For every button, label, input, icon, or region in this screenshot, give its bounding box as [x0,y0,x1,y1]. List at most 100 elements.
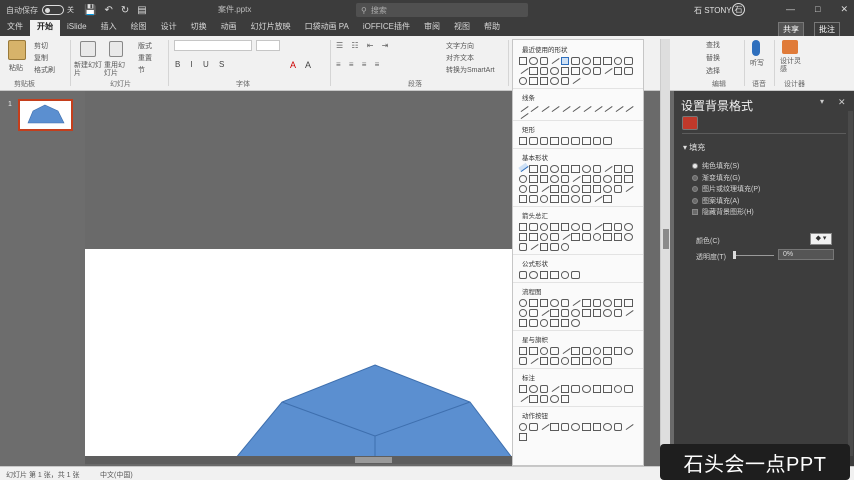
format-painter-button[interactable]: 格式刷 [34,65,55,75]
paste-button[interactable]: 粘贴 [9,63,23,73]
shape-option[interactable] [624,232,634,241]
shape-option[interactable] [550,222,559,231]
shape-option[interactable] [529,174,538,183]
shape-option[interactable] [529,66,538,75]
shape-option[interactable] [539,242,549,251]
slide-thumbnail[interactable] [18,99,73,131]
shape-option[interactable] [539,232,549,241]
shape-option[interactable] [592,174,602,183]
shape-option[interactable] [623,420,634,430]
shape-option[interactable] [624,222,634,231]
shape-option[interactable] [613,308,623,317]
minimize-button[interactable]: — [786,4,795,15]
shape-option[interactable] [549,382,560,392]
shape-option[interactable] [571,66,581,75]
shape-option[interactable] [571,136,581,145]
close-icon[interactable]: ✕ [838,97,846,108]
shape-option[interactable] [518,346,528,355]
shape-option[interactable] [518,136,528,145]
shape-option[interactable] [529,184,538,193]
shape-option[interactable] [624,56,634,65]
shape-option[interactable] [550,422,559,431]
shape-option[interactable] [550,394,559,403]
shape-option[interactable] [550,164,559,173]
shape-option[interactable] [571,184,581,193]
shape-option[interactable] [571,194,581,203]
shape-option[interactable] [560,308,570,317]
tab-9[interactable]: 口袋动画 PA [298,20,356,36]
scroll-thumb[interactable] [663,229,669,249]
shape-option[interactable] [603,356,612,365]
slide-canvas[interactable] [85,249,513,456]
shape-option[interactable] [539,164,549,173]
shape-option[interactable] [613,298,623,307]
shape-option[interactable] [518,56,528,65]
shape-option[interactable] [550,76,559,85]
shape-option[interactable] [602,102,613,112]
undo-icon[interactable]: ↶ [104,5,112,16]
list-buttons[interactable]: ☰ ☷ ⇤ ⇥ [336,41,391,50]
shape-option[interactable] [539,270,549,279]
pyramid-shape[interactable] [235,364,513,456]
shape-option[interactable] [560,184,570,193]
shape-option[interactable] [582,384,591,393]
shape-option[interactable] [624,66,634,75]
shape-option[interactable] [550,136,559,145]
shape-option[interactable] [560,66,570,75]
shape-option[interactable] [518,432,528,441]
shape-option[interactable] [529,56,538,65]
shape-option[interactable] [517,109,528,119]
shape-option[interactable] [624,174,634,183]
comment-button[interactable]: 批注 [814,22,840,37]
shape-option[interactable] [550,346,559,355]
shape-option[interactable] [613,174,623,183]
radio-icon[interactable] [692,174,698,181]
shape-option[interactable] [518,308,528,317]
shape-option[interactable] [560,356,570,365]
color-picker-button[interactable]: ◆ ▾ [810,233,832,245]
shape-option[interactable] [592,136,602,145]
shape-option[interactable] [560,222,570,231]
shape-option[interactable] [591,102,602,112]
shape-option[interactable] [517,64,528,74]
shape-option[interactable] [529,194,538,203]
shape-option[interactable] [592,66,602,75]
shape-option[interactable] [570,102,581,112]
shape-option[interactable] [603,422,612,431]
shape-option[interactable] [613,56,623,65]
shape-option[interactable] [550,232,559,241]
shape-option[interactable] [518,184,528,193]
shape-option[interactable] [571,164,581,173]
shape-option[interactable] [539,394,549,403]
shape-option[interactable] [539,222,549,231]
shape-option[interactable] [539,356,549,365]
shape-option[interactable] [518,194,528,203]
shape-option[interactable] [518,242,528,251]
font-size-select[interactable] [256,40,280,51]
shape-option[interactable] [613,222,623,231]
shape-option[interactable] [539,66,549,75]
shape-option[interactable] [613,164,623,173]
shape-option[interactable] [623,182,634,192]
shape-option[interactable] [571,318,581,327]
shape-option[interactable] [592,56,602,65]
shape-option[interactable] [603,194,612,203]
share-button[interactable]: 共享 [778,22,804,37]
shape-option[interactable] [539,194,549,203]
shape-option[interactable] [560,394,570,403]
fill-radio-3[interactable]: 图案填充(A) [692,196,739,206]
design-ideas-button[interactable]: 设计灵感 [780,58,802,74]
shape-option[interactable] [560,422,570,431]
shape-option[interactable] [518,298,528,307]
shape-option[interactable] [571,346,581,355]
shape-option[interactable] [592,232,602,241]
shapes-scrollbar[interactable] [660,39,670,466]
shape-option[interactable] [571,232,581,241]
shape-option[interactable] [582,422,591,431]
reset-button[interactable]: 重置 [138,53,152,63]
shape-option[interactable] [613,184,623,193]
shape-option[interactable] [518,356,528,365]
radio-icon[interactable] [692,186,698,192]
shape-option[interactable] [582,56,591,65]
shape-option[interactable] [539,306,549,316]
